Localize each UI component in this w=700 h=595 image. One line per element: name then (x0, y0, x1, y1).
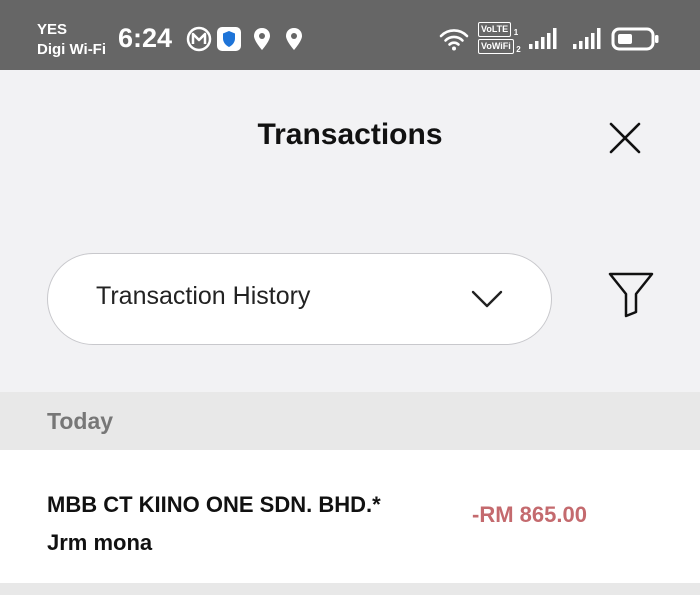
location-icon (286, 28, 302, 50)
page-title: Transactions (257, 118, 443, 151)
filter-icon[interactable] (607, 270, 655, 320)
transaction-description: MBB CT KIINO ONE SDN. BHD.* Jrm mona (47, 486, 381, 562)
transaction-amount: -RM 865.00 (472, 502, 587, 527)
transaction-reference: Jrm mona (47, 530, 153, 555)
dropdown-selected-value: Transaction History (96, 282, 311, 310)
volte2-sim: 2 (516, 44, 521, 54)
carrier-info: YES Digi Wi-Fi (37, 20, 106, 60)
status-bar: YES Digi Wi-Fi 6:24 VoLTE 1 VoWiFi 2 (0, 0, 700, 70)
volte1-label: VoLTE (478, 22, 512, 37)
volte1-sim: 1 (513, 27, 519, 37)
section-header: Today (0, 392, 700, 450)
wifi-icon (439, 29, 469, 51)
signal-icon (529, 28, 557, 49)
carrier-bottom: Digi Wi-Fi (37, 41, 107, 58)
carrier-top: YES (37, 21, 68, 38)
signal-icon (573, 28, 601, 49)
shield-icon (217, 27, 241, 51)
section-title: Today (47, 408, 114, 434)
m-icon (186, 26, 212, 52)
transaction-merchant: MBB CT KIINO ONE SDN. BHD.* (47, 492, 381, 517)
close-icon[interactable] (605, 118, 645, 158)
chevron-down-icon[interactable] (470, 288, 504, 310)
divider (0, 583, 700, 595)
volte2-label: VoWiFi (478, 38, 514, 54)
battery-icon (611, 27, 659, 51)
location-icon (254, 28, 270, 50)
clock: 6:24 (118, 23, 173, 53)
transaction-row[interactable]: MBB CT KIINO ONE SDN. BHD.* Jrm mona -RM… (0, 450, 700, 583)
volte-indicator: VoLTE 1 VoWiFi 2 (478, 22, 521, 56)
